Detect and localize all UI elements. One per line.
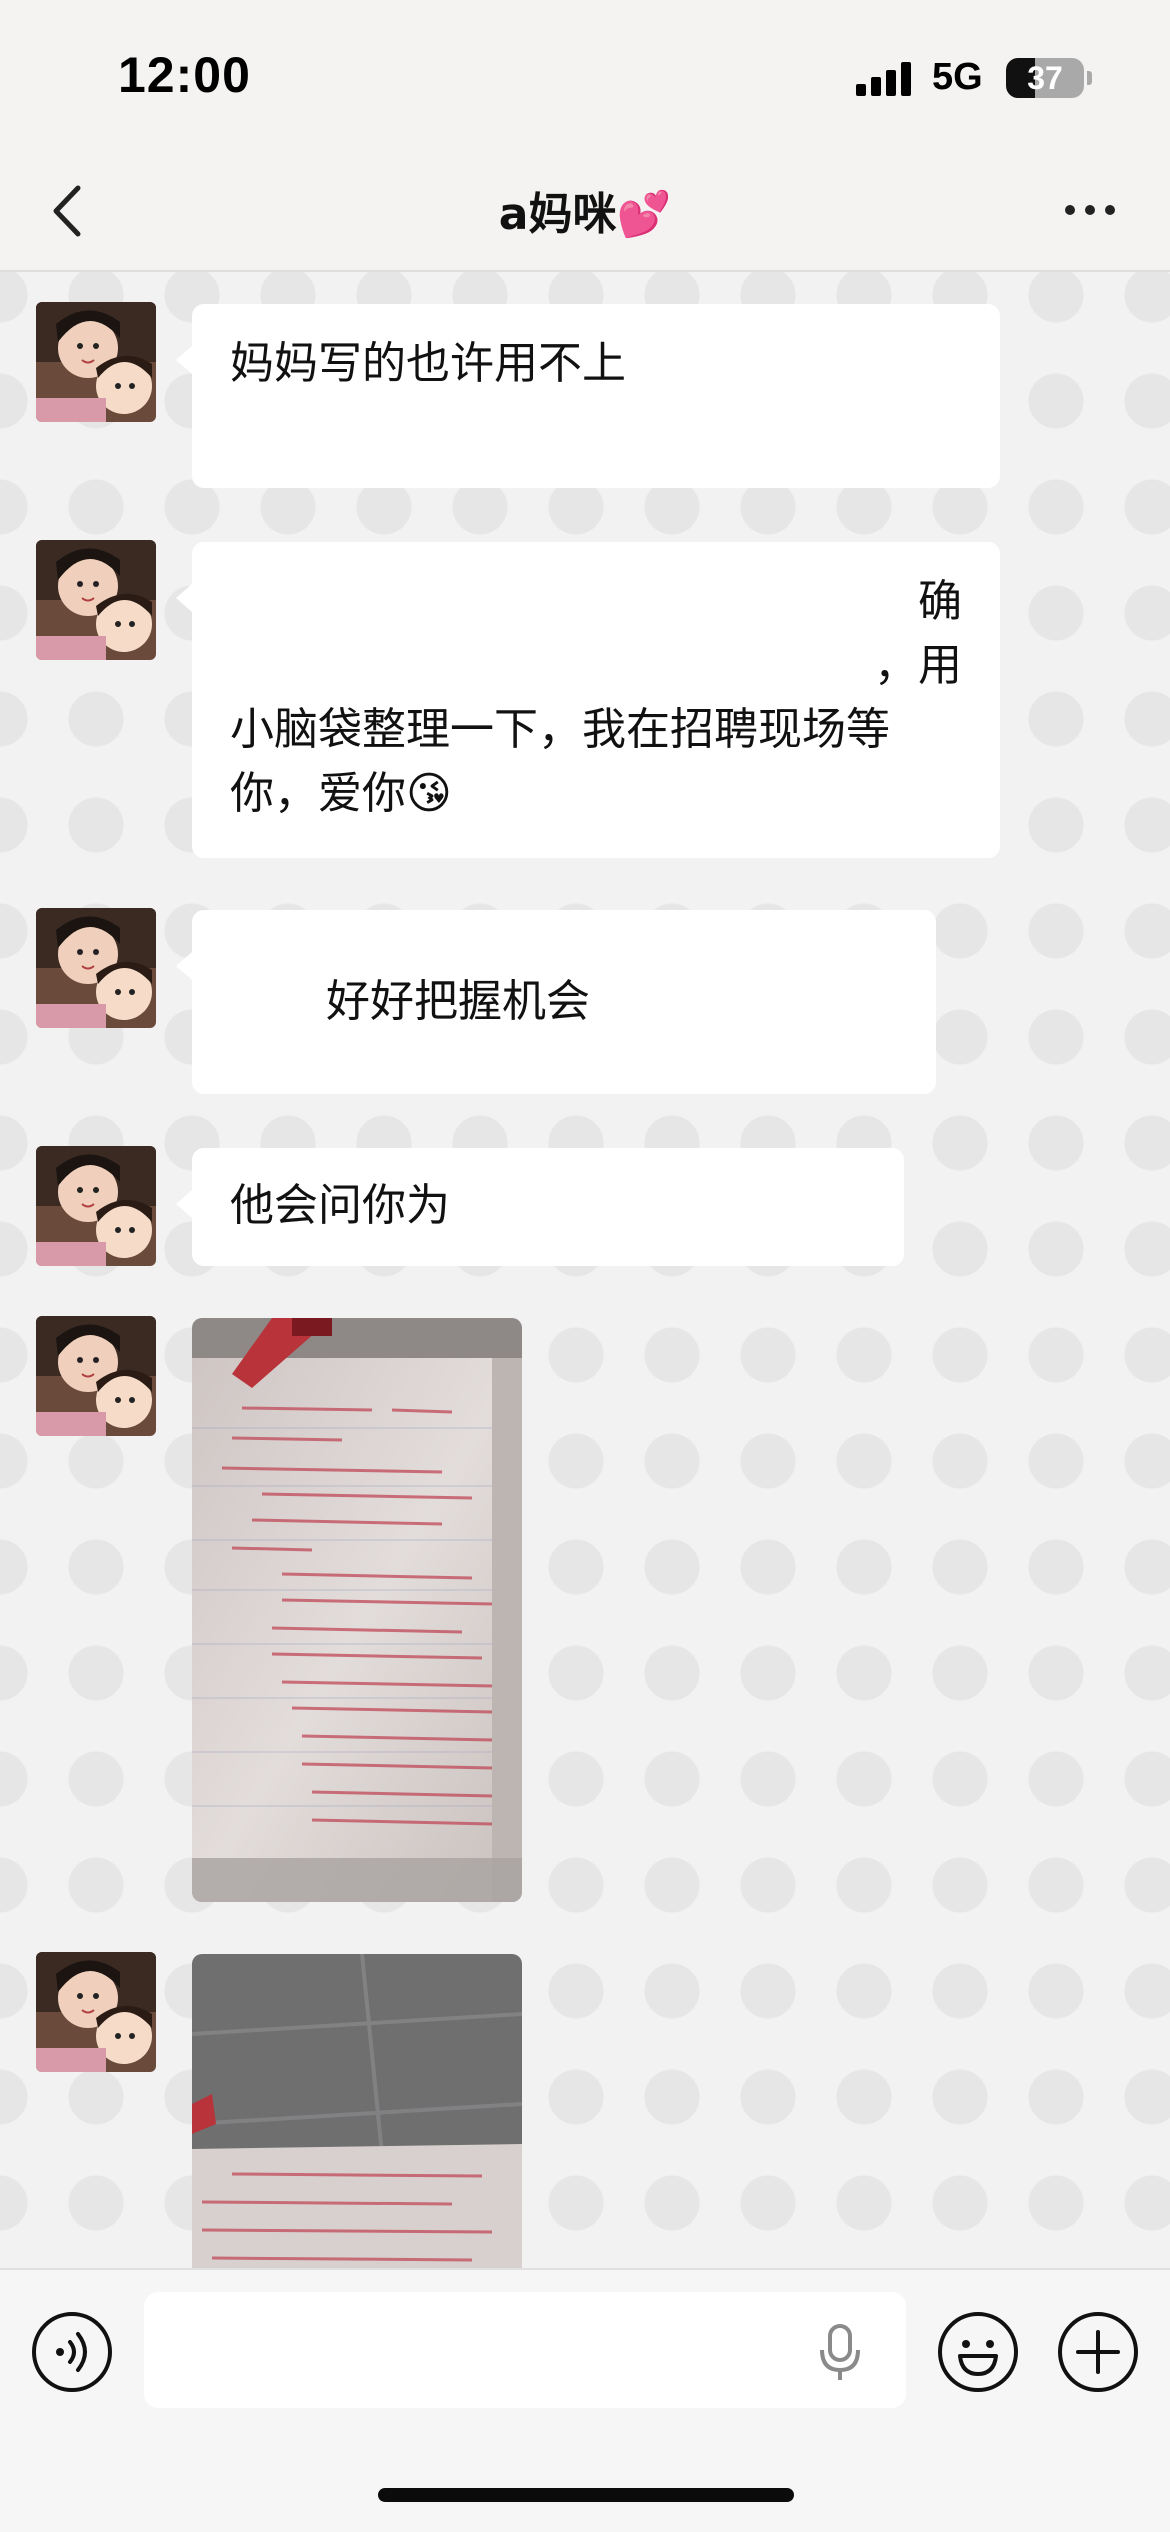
plus-icon[interactable] bbox=[1056, 2310, 1140, 2394]
message-text-line: 你，爱你😘 bbox=[230, 768, 452, 819]
image-message[interactable] bbox=[192, 1954, 522, 2268]
image-message[interactable] bbox=[192, 1318, 522, 1902]
message-bubble[interactable]: 他会问你为 bbox=[176, 1148, 904, 1266]
chat-header: a妈咪💕 bbox=[0, 150, 1170, 272]
avatar[interactable] bbox=[36, 1146, 156, 1266]
message-list[interactable]: 妈妈写的也许用不上 ‌‌ ‌ ‌ ‌ ‌ ‌ ‌ ‌ ‌ ‌ ‌ ‌ ‌ ‌ 确… bbox=[0, 272, 1170, 2268]
signal-icon bbox=[856, 62, 911, 96]
microphone-icon[interactable] bbox=[812, 2322, 868, 2382]
chat-title[interactable]: a妈咪💕 bbox=[0, 178, 1170, 242]
battery-icon: 37 bbox=[1006, 58, 1084, 98]
avatar-photo-icon bbox=[36, 1146, 156, 1266]
avatar-photo-icon bbox=[36, 540, 156, 660]
message-input[interactable] bbox=[144, 2292, 906, 2408]
avatar[interactable] bbox=[36, 1952, 156, 2072]
network-label: 5G bbox=[932, 56, 983, 98]
message-text: 他会问你为 bbox=[230, 1180, 450, 1231]
avatar[interactable] bbox=[36, 908, 156, 1028]
avatar-photo-icon bbox=[36, 302, 156, 422]
avatar-photo-icon bbox=[36, 1952, 156, 2072]
avatar-photo-icon bbox=[36, 1316, 156, 1436]
message-text-line: 小脑袋整理一下，我在招聘现场等 bbox=[230, 704, 890, 755]
emoji-icon[interactable] bbox=[936, 2310, 1020, 2394]
status-time: 12:00 bbox=[118, 47, 251, 103]
message-bubble[interactable]: ‌‌ ‌ ‌ ‌ ‌ ‌ ‌ ‌ ‌ ‌ ‌ ‌ ‌ ‌ 确 ‌ ‌ ‌ ‌ ‌… bbox=[176, 542, 1000, 858]
notebook-photo bbox=[192, 1954, 522, 2268]
battery-cap bbox=[1087, 71, 1092, 85]
home-indicator[interactable] bbox=[378, 2488, 794, 2502]
message-text-line: 好好把握机会 bbox=[326, 976, 590, 1027]
message-text-line: ‌‌ ‌ ‌ ‌ ‌ ‌ ‌ ‌ ‌ ‌ ‌ ‌ ‌ ‌ 确 bbox=[722, 576, 962, 627]
avatar-photo-icon bbox=[36, 908, 156, 1028]
message-bubble[interactable]: 好好把握机会 bbox=[176, 910, 936, 1094]
message-text: 妈妈写的也许用不上 bbox=[230, 338, 626, 389]
chat-screen: 12:00 5G 37 a妈咪💕 bbox=[0, 0, 1170, 2532]
message-text-line: ‌ ‌ ‌ ‌ ‌ ‌ ‌ ‌ ‌ ‌ ‌ ‌ ‌ ，用 bbox=[692, 640, 962, 691]
battery-level: 37 bbox=[1027, 60, 1063, 96]
more-options-icon[interactable] bbox=[1060, 190, 1120, 230]
avatar[interactable] bbox=[36, 540, 156, 660]
avatar[interactable] bbox=[36, 302, 156, 422]
voice-mode-icon[interactable] bbox=[30, 2310, 114, 2394]
avatar[interactable] bbox=[36, 1316, 156, 1436]
notebook-photo bbox=[192, 1318, 522, 1902]
message-bubble[interactable]: 妈妈写的也许用不上 bbox=[176, 304, 1000, 488]
status-bar: 12:00 5G 37 bbox=[0, 0, 1170, 150]
